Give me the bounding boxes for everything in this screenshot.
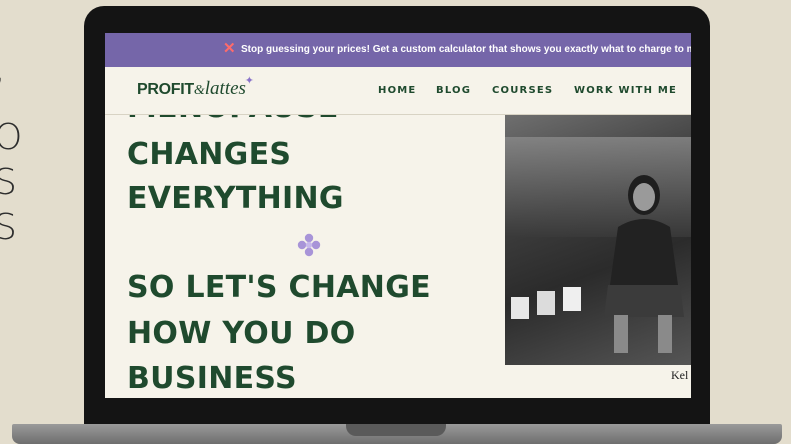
flower-icon	[297, 233, 321, 257]
browser-screen: ✕ Stop guessing your prices! Get a custo…	[105, 33, 691, 398]
person-silhouette	[604, 175, 684, 353]
announcement-text: Stop guessing your prices! Get a custom …	[241, 44, 691, 55]
hero-line: EVERYTHING	[127, 181, 344, 216]
side-text-line: ’	[0, 70, 22, 115]
nav-blog[interactable]: BLOG	[436, 85, 471, 96]
nav-courses[interactable]: COURSES	[492, 85, 553, 96]
logo-profit: PROFIT	[137, 81, 194, 98]
sparkle-icon: ✦	[244, 74, 254, 87]
announcement-bar[interactable]: ✕ Stop guessing your prices! Get a custo…	[105, 33, 691, 67]
candles	[511, 287, 581, 319]
nav-home[interactable]: HOME	[378, 85, 416, 96]
side-text-line: S	[0, 207, 17, 248]
site-logo[interactable]: PROFIT&lattes ✦	[137, 74, 254, 104]
logo-ampersand: &	[193, 83, 205, 98]
site-header: PROFIT&lattes ✦ HOME BLOG COURSES WORK W…	[105, 67, 691, 115]
hero-line: BUSINESS	[127, 361, 297, 396]
laptop-notch	[346, 424, 446, 436]
x-icon: ✕	[223, 40, 236, 57]
hero-photo	[505, 115, 691, 365]
photo-caption: Kel	[671, 368, 689, 382]
hero-line: CHANGES	[127, 137, 292, 172]
hero-section: MENOPAUSE CHANGES EVERYTHING SO LET'S CH…	[105, 115, 691, 398]
side-text-line: S	[0, 162, 17, 203]
nav-work-with-me[interactable]: WORK WITH ME	[574, 85, 677, 96]
hero-line: HOW YOU DO	[127, 316, 356, 351]
side-text-line: O	[0, 117, 23, 158]
hero-line: SO LET'S CHANGE	[127, 270, 431, 305]
hero-cut-line: MENOPAUSE	[127, 115, 339, 125]
logo-lattes: lattes	[204, 78, 246, 99]
side-text: ’ O S S	[0, 70, 22, 250]
